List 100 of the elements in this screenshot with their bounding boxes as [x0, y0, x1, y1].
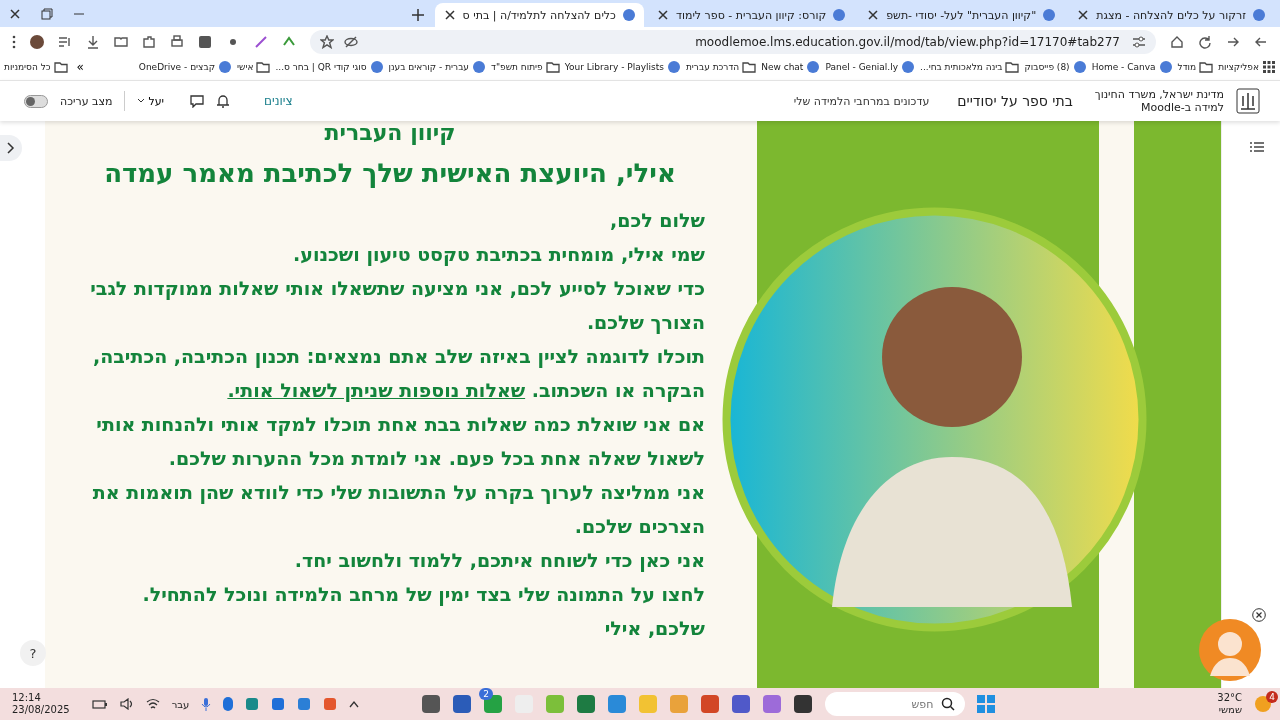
tray-app-icon[interactable]	[271, 697, 286, 711]
questions-link[interactable]: שאלות נוספות שניתן לשאול אותי.	[227, 379, 526, 401]
apps-icon	[1262, 60, 1276, 74]
emblem-icon	[1236, 88, 1260, 114]
user-menu[interactable]: יעל	[137, 94, 165, 108]
site-icon	[472, 60, 486, 74]
site-name[interactable]: בתי ספר על יסודיים	[957, 93, 1073, 109]
chevron-up-icon[interactable]	[349, 700, 360, 708]
search-field[interactable]: חפש	[825, 692, 966, 716]
media-list-icon[interactable]	[58, 34, 72, 49]
eye-slash-icon[interactable]	[344, 34, 358, 49]
banner-paragraph: שמי אילי, מומחית בכתיבת טקסט טיעון ושכנוע.	[292, 242, 705, 268]
profile-avatar[interactable]	[30, 34, 44, 49]
close-icon[interactable]	[442, 8, 457, 22]
site-icon	[1252, 8, 1266, 22]
list-icon[interactable]	[1250, 141, 1264, 153]
app-icon[interactable]	[731, 694, 752, 714]
help-button[interactable]: ?	[20, 640, 46, 666]
menu-icon[interactable]	[12, 34, 16, 49]
bookmark[interactable]: אישי	[237, 60, 271, 74]
edit-mode-label: מצב עריכה	[60, 94, 113, 108]
tray-app-icon[interactable]	[245, 697, 260, 711]
folder-icon	[1199, 60, 1214, 74]
address-bar[interactable]: moodlemoe.lms.education.gov.il/mod/tab/view.php?id=17170#tab277	[310, 29, 1156, 54]
weather-temperature[interactable]: 32°C	[1217, 692, 1242, 704]
browser-tab[interactable]: קורס: קיוון העברית - ספר לימוד	[647, 3, 855, 27]
bookmark[interactable]: עברית - קוראים בענן	[388, 60, 486, 74]
banner-paragraph: לחצו על התמונה שלי בצד ימין של מרחב הלמידה ונוכל להתחיל.	[141, 582, 705, 608]
bookmark[interactable]: סוגי קודי QR | בחר ס...	[275, 60, 384, 74]
tune-icon[interactable]	[1132, 34, 1146, 49]
notification-badge: 2	[479, 688, 494, 700]
folder-icon	[1005, 60, 1020, 74]
search-input[interactable]: חפש	[841, 696, 936, 712]
close-icon[interactable]	[866, 8, 881, 22]
banner-title: אילי, היועצת האישית שלך לכתיבת מאמר עמדה	[103, 157, 677, 190]
bookmark[interactable]: New chat	[761, 60, 821, 74]
app-icon[interactable]	[793, 694, 814, 714]
new-tab-icon[interactable]	[410, 8, 425, 22]
drawer-toggle-button[interactable]	[0, 135, 22, 161]
edit-mode-toggle[interactable]	[24, 94, 48, 108]
close-icon[interactable]	[1076, 8, 1091, 22]
grades-link[interactable]: ציונים	[264, 94, 293, 108]
clock-date[interactable]: 23/08/2025	[12, 704, 70, 716]
close-icon[interactable]	[1252, 608, 1266, 622]
search-icon	[941, 697, 956, 711]
folder-icon	[256, 60, 271, 74]
clock-time[interactable]: 12:14	[12, 692, 70, 704]
chat-icon[interactable]	[190, 94, 205, 108]
site-icon	[369, 60, 384, 74]
wifi-icon[interactable]	[145, 698, 160, 710]
banner-subtitle: קיוון העברית	[323, 121, 457, 145]
microphone-icon[interactable]	[201, 697, 212, 711]
nav-link[interactable]: עדכונים במרחבי הלמידה שלי	[793, 94, 930, 108]
bookmark[interactable]: בינה מלאכותית בחי...	[920, 60, 1020, 74]
browser-tab[interactable]: זרקור על כלים להצלחה - מצגת	[1068, 3, 1274, 27]
all-bookmarks[interactable]: כל הסימניות	[4, 60, 68, 74]
banner-paragraph: אני כאן כדי לשוחח איתכם, ללמוד ולחשוב יחד.	[293, 548, 705, 574]
app-icon[interactable]	[421, 694, 442, 714]
notification-badge: 4	[1266, 691, 1278, 703]
site-icon	[806, 60, 821, 74]
pen-icon[interactable]	[254, 34, 268, 49]
bookmark[interactable]: הדרכת עברית	[685, 60, 757, 74]
site-icon	[621, 8, 636, 22]
windows-start-icon[interactable]	[977, 695, 996, 713]
folder-icon	[545, 60, 560, 74]
site-icon	[1072, 60, 1087, 74]
reading-list-icon[interactable]	[114, 34, 128, 49]
bookmark[interactable]: מודל	[1177, 60, 1214, 74]
site-icon	[666, 60, 681, 74]
battery-icon[interactable]	[91, 698, 108, 710]
volume-icon[interactable]	[119, 698, 134, 710]
app-icon[interactable]	[452, 694, 473, 714]
reload-icon[interactable]	[1198, 34, 1212, 49]
browser-tab[interactable]: כלים להצלחה לתלמיד/ה | בתי ס	[434, 3, 644, 27]
bookmark[interactable]: קבצים - OneDrive	[138, 60, 233, 74]
bookmark[interactable]: (8) פייסבוק	[1024, 60, 1087, 74]
folder-icon	[53, 60, 68, 74]
close-icon[interactable]	[655, 8, 670, 22]
weather-condition[interactable]: שמשי	[1218, 704, 1242, 716]
star-icon[interactable]	[320, 34, 334, 49]
close-icon[interactable]	[8, 6, 22, 21]
bookmark[interactable]: Your Library - Playlists	[564, 60, 681, 74]
bookmark[interactable]: Home - Canva	[1091, 60, 1173, 74]
restore-icon[interactable]	[40, 6, 54, 21]
bookmark[interactable]: אפליקציות	[1218, 60, 1276, 74]
caret-icon	[137, 98, 146, 104]
bookmark[interactable]: Panel - Genial.ly	[825, 60, 916, 74]
home-icon[interactable]	[1170, 34, 1184, 49]
site-icon	[1158, 60, 1173, 74]
keyboard-language[interactable]: עבר	[171, 698, 190, 710]
browser-tab[interactable]: "קיוון העברית" לעל- יסודי -תשפ	[858, 3, 1065, 27]
more-bookmarks-button[interactable]: »	[72, 60, 88, 74]
banner-paragraph: שלכם, אילי	[603, 616, 705, 641]
bell-icon[interactable]	[216, 94, 231, 108]
tray-app-icon[interactable]	[323, 697, 338, 711]
site-icon	[832, 8, 847, 22]
bookmark[interactable]: פיתוח תשפ"ד	[491, 60, 560, 74]
download-icon[interactable]	[86, 34, 100, 49]
tray-app-icon[interactable]	[297, 697, 312, 711]
banner-paragraph: שלום לכם,	[609, 208, 705, 233]
